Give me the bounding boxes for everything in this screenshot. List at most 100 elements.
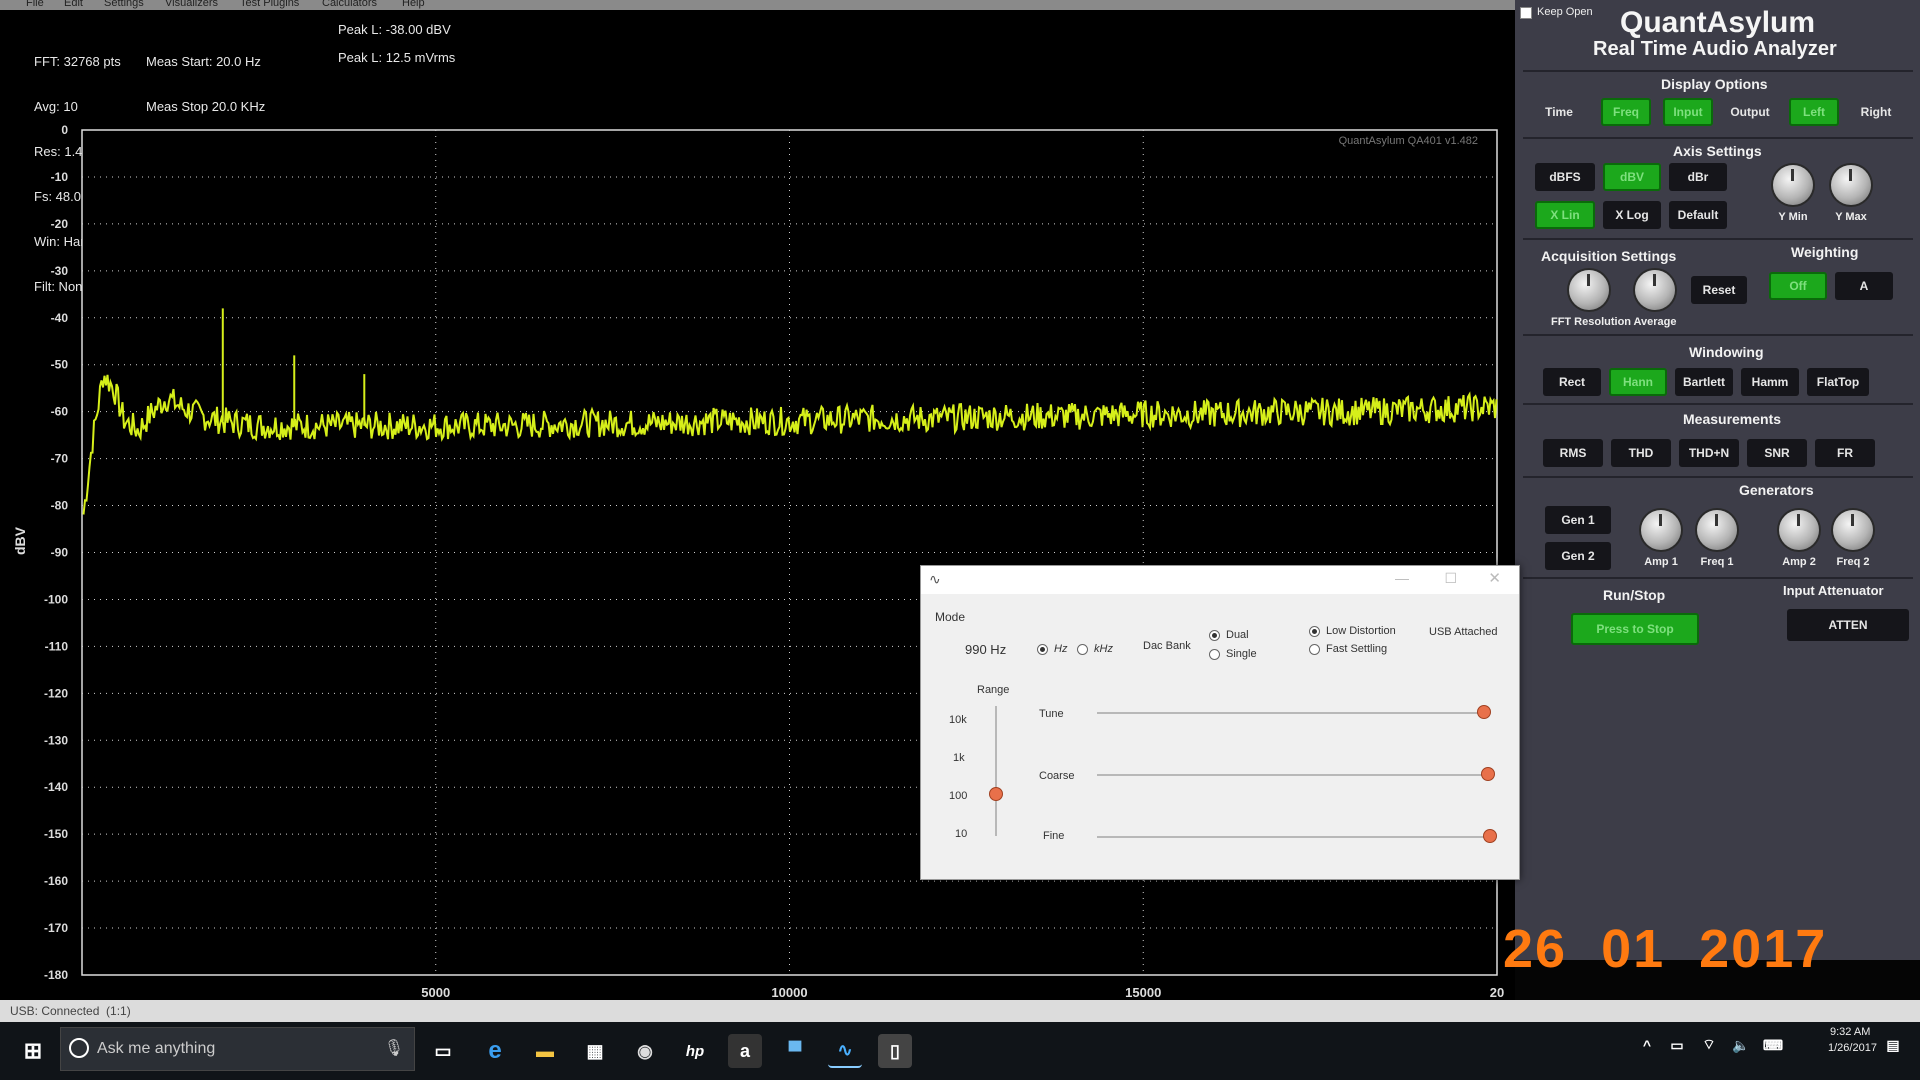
radio-single[interactable] <box>1209 649 1220 660</box>
coarse-slider-track[interactable] <box>1097 774 1487 776</box>
average-knob[interactable] <box>1635 270 1675 310</box>
press-to-stop-button[interactable]: Press to Stop <box>1571 613 1699 645</box>
btn-dbv[interactable]: dBV <box>1603 163 1661 191</box>
camera-date-stamp: 26 01 2017 <box>1503 919 1828 979</box>
y-tick-label: 0 <box>61 123 68 137</box>
fft-resolution-knob[interactable] <box>1569 270 1609 310</box>
amazon-icon[interactable]: a <box>728 1034 762 1068</box>
freq1-knob[interactable] <box>1697 510 1737 550</box>
hp-icon[interactable]: hp <box>678 1034 712 1068</box>
btn-weight-off[interactable]: Off <box>1769 272 1827 300</box>
brand-subtitle: Real Time Audio Analyzer <box>1593 38 1837 60</box>
btn-reset[interactable]: Reset <box>1691 276 1747 304</box>
menu-help[interactable]: Help <box>402 0 425 9</box>
network-icon[interactable]: ⌔ <box>1692 1028 1726 1062</box>
btn-output[interactable]: Output <box>1725 98 1775 126</box>
range-tick-10k: 10k <box>949 714 967 726</box>
keyboard-icon[interactable]: ⌨ <box>1756 1028 1790 1062</box>
btn-snr[interactable]: SNR <box>1747 439 1807 467</box>
radio-khz[interactable] <box>1077 644 1088 655</box>
btn-x-log[interactable]: X Log <box>1603 201 1661 229</box>
atten-button[interactable]: ATTEN <box>1787 609 1909 641</box>
volume-icon[interactable]: 🔈 <box>1724 1028 1758 1062</box>
freq2-knob[interactable] <box>1833 510 1873 550</box>
btn-fr[interactable]: FR <box>1815 439 1875 467</box>
acquisition-section: Acquisition Settings FFT Resolution Aver… <box>1523 238 1913 333</box>
menu-visualizers[interactable]: Visualizers <box>165 0 218 9</box>
menu-settings[interactable]: Settings <box>104 0 144 9</box>
btn-thdn[interactable]: THD+N <box>1679 439 1739 467</box>
menu-file[interactable]: File <box>26 0 44 9</box>
btn-flattop[interactable]: FlatTop <box>1807 368 1869 396</box>
y-axis-label: dBV <box>12 526 28 555</box>
brand-title: QuantAsylum <box>1620 6 1816 39</box>
range-slider-thumb[interactable] <box>989 787 1003 801</box>
microphone-icon[interactable]: 🎙 <box>384 1038 404 1058</box>
ymin-knob[interactable] <box>1773 165 1813 205</box>
notifications-icon[interactable]: ▤ <box>1876 1028 1910 1062</box>
fine-slider-thumb[interactable] <box>1483 829 1497 843</box>
ymax-knob[interactable] <box>1831 165 1871 205</box>
x-tick-label: 10000 <box>771 985 807 1000</box>
menu-test-plugins[interactable]: Test Plugins <box>240 0 299 9</box>
btn-dbr[interactable]: dBr <box>1669 163 1727 191</box>
amp1-knob[interactable] <box>1641 510 1681 550</box>
close-icon[interactable]: ✕ <box>1488 569 1501 587</box>
y-tick-label: -110 <box>45 639 69 653</box>
cortana-icon <box>69 1038 89 1058</box>
notepad-icon[interactable]: ▯ <box>878 1034 912 1068</box>
btn-input[interactable]: Input <box>1663 98 1713 126</box>
btn-freq[interactable]: Freq <box>1601 98 1651 126</box>
btn-rms[interactable]: RMS <box>1543 439 1603 467</box>
keep-open-checkbox[interactable] <box>1520 7 1532 19</box>
amp2-knob[interactable] <box>1779 510 1819 550</box>
coarse-slider-thumb[interactable] <box>1481 767 1495 781</box>
menu-edit[interactable]: Edit <box>64 0 83 9</box>
btn-bartlett[interactable]: Bartlett <box>1675 368 1733 396</box>
low-distortion-label: Low Distortion <box>1326 625 1396 637</box>
photos-icon[interactable]: ▀ <box>778 1034 812 1068</box>
btn-rect[interactable]: Rect <box>1543 368 1601 396</box>
dialog-titlebar[interactable]: ∿ — ☐ ✕ <box>921 566 1519 594</box>
btn-right[interactable]: Right <box>1851 98 1901 126</box>
maximize-icon[interactable]: ☐ <box>1444 570 1457 587</box>
radio-hz[interactable] <box>1037 644 1048 655</box>
store-icon[interactable]: ▦ <box>578 1034 612 1068</box>
measurements-section: Measurements RMS THD THD+N SNR FR <box>1523 403 1913 475</box>
radio-low-distortion[interactable] <box>1309 626 1320 637</box>
btn-weight-a[interactable]: A <box>1835 272 1893 300</box>
clock-date[interactable]: 1/26/2017 <box>1828 1042 1877 1054</box>
radio-dual[interactable] <box>1209 630 1220 641</box>
btn-thd[interactable]: THD <box>1611 439 1671 467</box>
btn-gen2[interactable]: Gen 2 <box>1545 542 1611 570</box>
quantasylum-app-icon[interactable]: ∿ <box>828 1034 862 1068</box>
btn-time[interactable]: Time <box>1535 98 1583 126</box>
fine-slider-track[interactable] <box>1097 836 1487 838</box>
range-slider-track[interactable] <box>995 706 997 836</box>
battery-icon[interactable]: ▭ <box>1660 1028 1694 1062</box>
btn-gen1[interactable]: Gen 1 <box>1545 506 1611 534</box>
status-bar: USB: Connected (1:1) <box>0 1000 1920 1022</box>
menu-calculators[interactable]: Calculators <box>322 0 377 9</box>
search-box[interactable]: Ask me anything 🎙 <box>60 1027 415 1071</box>
task-view-icon[interactable]: ▭ <box>426 1034 460 1068</box>
y-tick-label: -50 <box>51 358 69 372</box>
btn-dbfs[interactable]: dBFS <box>1535 163 1595 191</box>
clock-time[interactable]: 9:32 AM <box>1830 1026 1870 1038</box>
edge-browser-icon[interactable]: e <box>478 1034 512 1068</box>
radio-fast-settling[interactable] <box>1309 644 1320 655</box>
minimize-icon[interactable]: — <box>1395 570 1409 586</box>
btn-default[interactable]: Default <box>1669 201 1727 229</box>
btn-left[interactable]: Left <box>1789 98 1839 126</box>
tune-slider-track[interactable] <box>1097 712 1487 714</box>
y-tick-label: -170 <box>44 921 68 935</box>
file-explorer-icon[interactable]: ▬ <box>528 1034 562 1068</box>
btn-hann[interactable]: Hann <box>1609 368 1667 396</box>
windows-start-icon[interactable]: ⊞ <box>16 1034 50 1068</box>
btn-x-lin[interactable]: X Lin <box>1535 201 1595 229</box>
media-icon[interactable]: ◉ <box>628 1034 662 1068</box>
tune-slider-thumb[interactable] <box>1477 705 1491 719</box>
btn-hamm[interactable]: Hamm <box>1741 368 1799 396</box>
y-tick-label: -60 <box>51 405 69 419</box>
tray-chevron-icon[interactable]: ^ <box>1630 1028 1664 1062</box>
